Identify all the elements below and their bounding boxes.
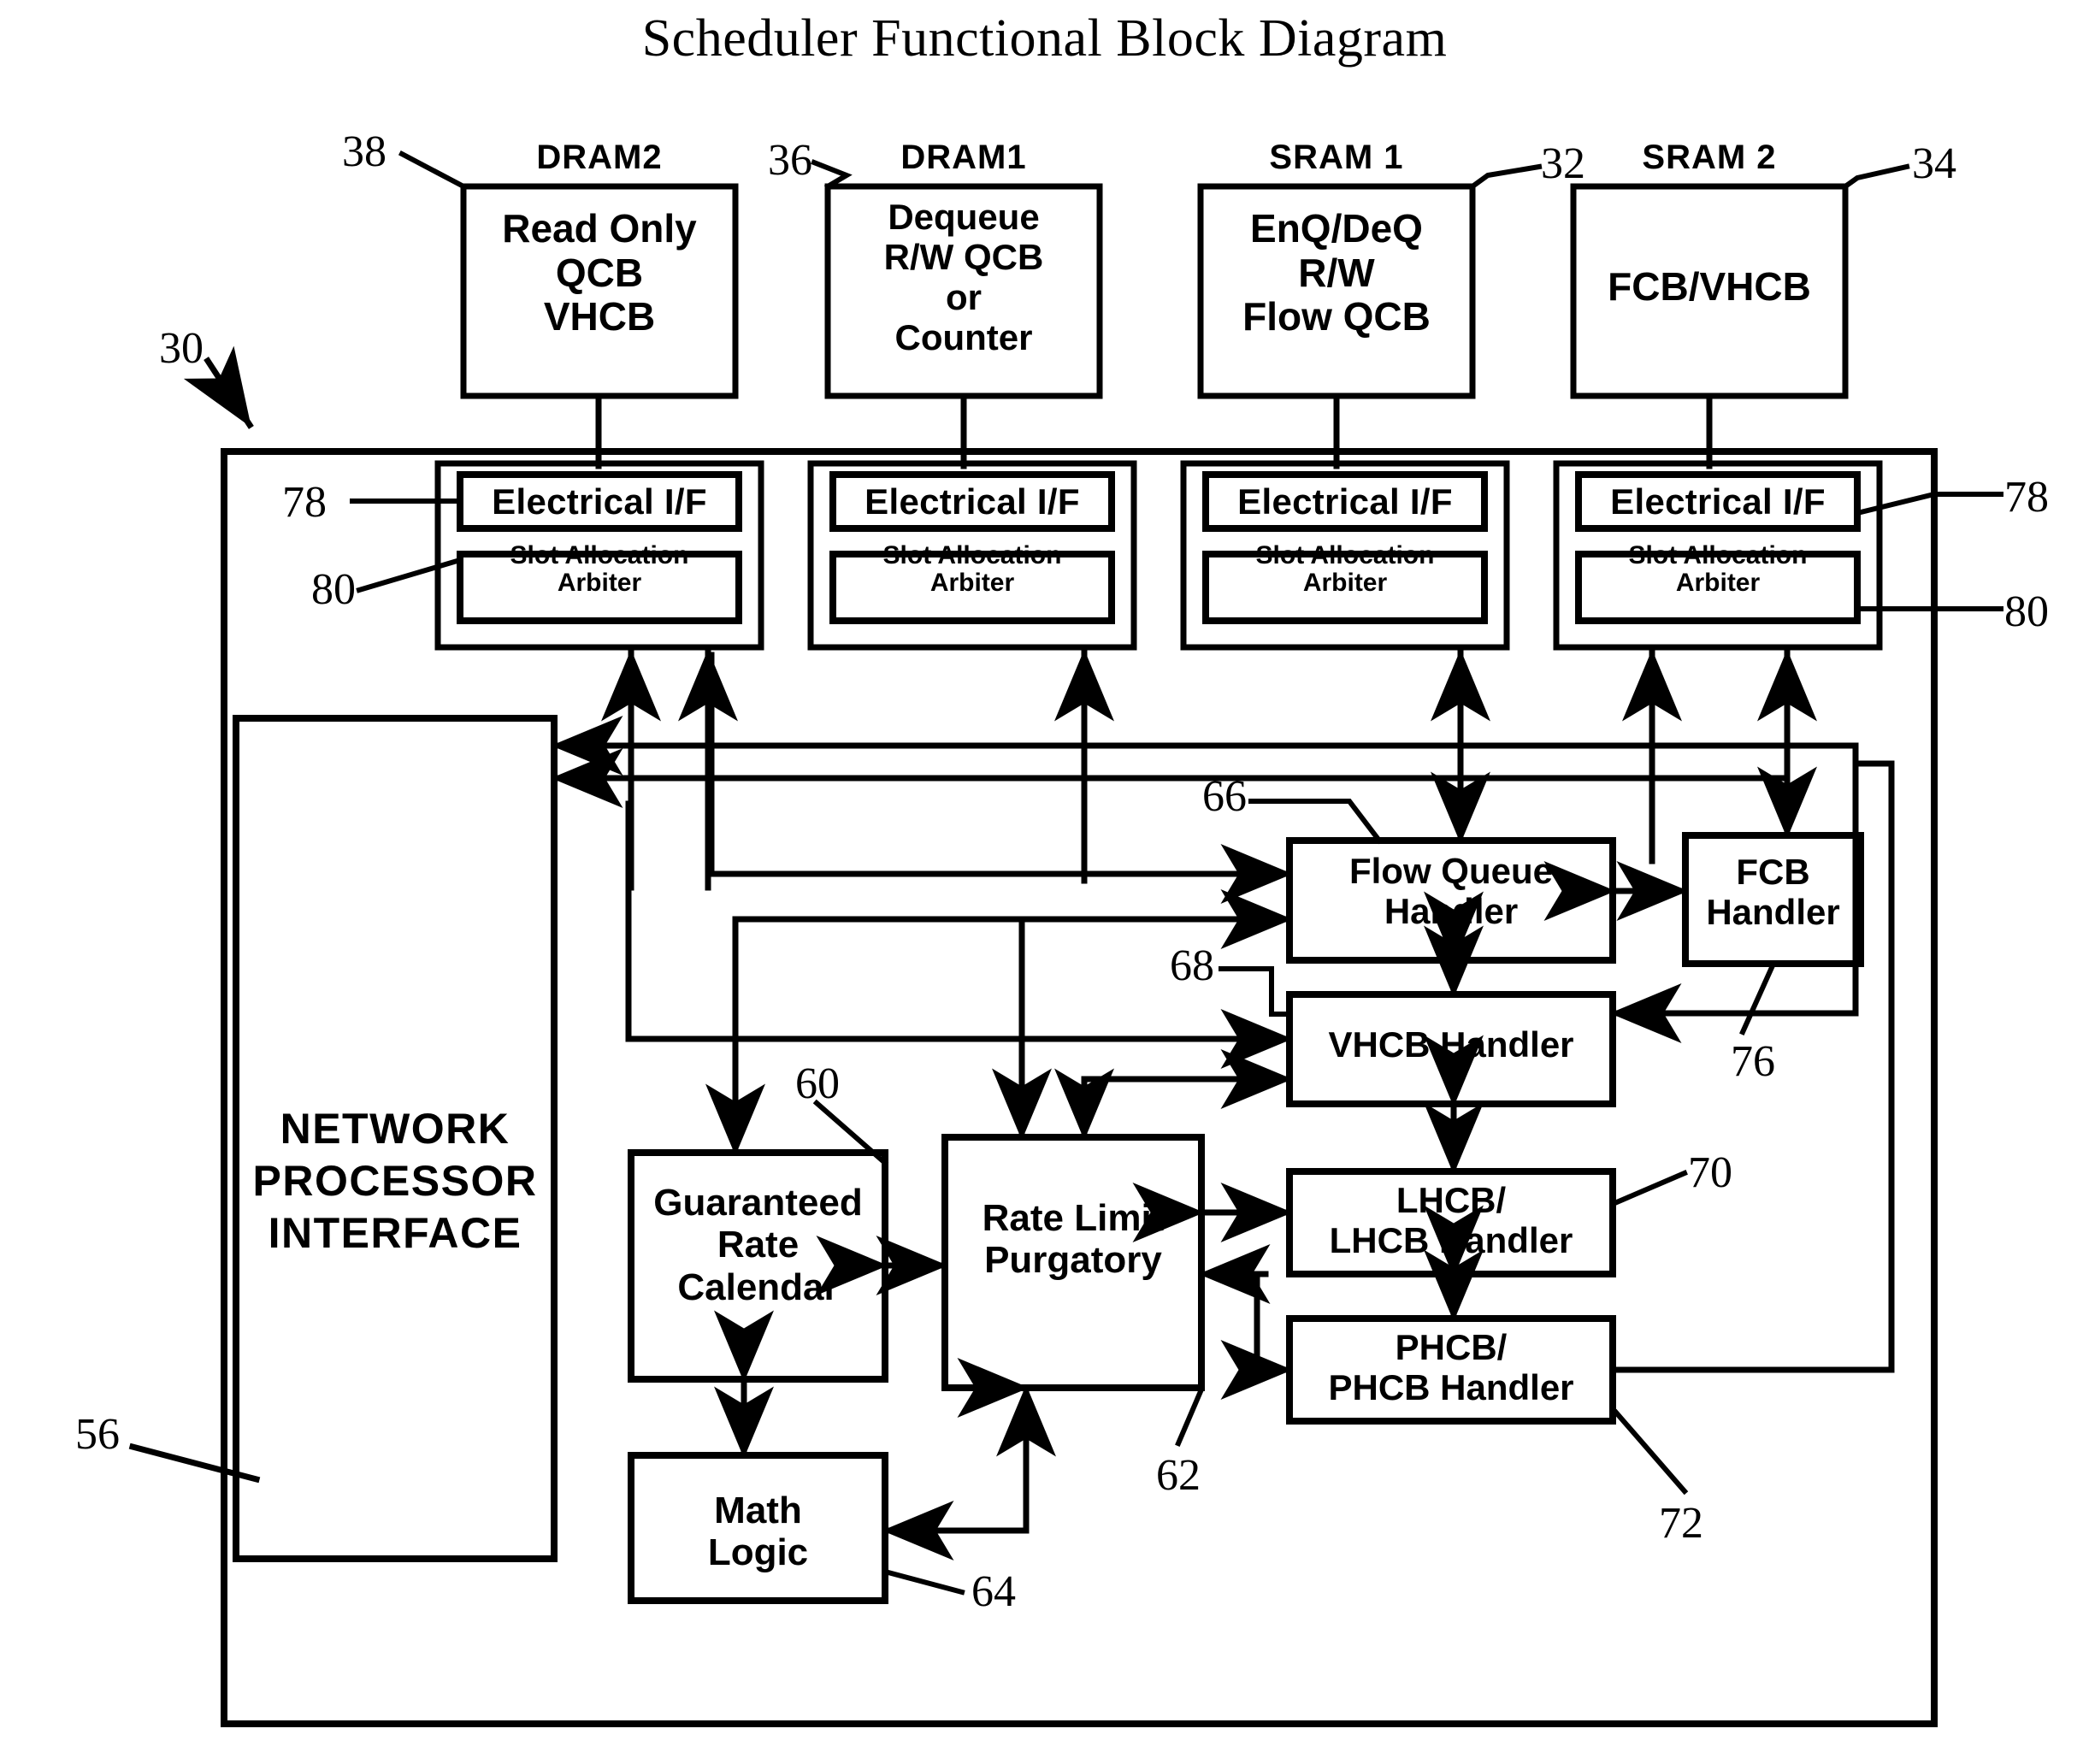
ref-number-60: 60 <box>795 1059 840 1108</box>
block-label-line: FCB <box>1736 852 1810 892</box>
ref-number-78-left: 78 <box>282 478 327 527</box>
ref-number-76: 76 <box>1731 1037 1775 1086</box>
ref-leader-72 <box>1612 1408 1689 1496</box>
memory-caption-sram2: SRAM 2 <box>1642 139 1777 176</box>
arbiter-label-line2: Arbiter <box>1302 568 1388 597</box>
block-label-line: Rate <box>717 1224 800 1266</box>
ref-number-70: 70 <box>1688 1148 1732 1197</box>
memory-caption-dram1: DRAM1 <box>900 139 1027 176</box>
block-label-line: Rate Limit <box>982 1197 1165 1239</box>
ref-number-32: 32 <box>1541 139 1585 188</box>
arbiter-label-2: Slot Allocation Arbiter <box>833 542 1112 596</box>
block-label-line: LHCB Handler <box>1329 1220 1573 1261</box>
memory-text-line: Counter <box>894 317 1033 358</box>
memory-text-dram2: Read Only QCB VHCB <box>463 206 735 339</box>
memory-text-sram1: EnQ/DeQ R/W Flow QCB <box>1201 206 1472 339</box>
block-label-line: LHCB/ <box>1396 1180 1507 1220</box>
arbiter-label-line2: Arbiter <box>557 568 642 597</box>
ref-number-66: 66 <box>1202 772 1247 821</box>
ref-number-30: 30 <box>159 324 204 373</box>
ref-leader-64 <box>882 1568 965 1596</box>
npi-label-line: INTERFACE <box>268 1209 522 1257</box>
electrical-if-label-1: Electrical I/F <box>492 481 707 522</box>
ref-leader-66 <box>1248 799 1384 845</box>
electrical-if-label-4: Electrical I/F <box>1610 481 1826 522</box>
memory-caption-sram1: SRAM 1 <box>1269 139 1404 176</box>
memory-text-line: Read Only <box>502 206 697 251</box>
block-label-line: Guaranteed <box>653 1182 863 1224</box>
memory-text-sram2: FCB/VHCB <box>1573 264 1845 310</box>
ref-number-36: 36 <box>768 136 812 185</box>
arbiter-label-line1: Slot Allocation <box>1255 541 1435 569</box>
ref-number-62: 62 <box>1156 1451 1201 1500</box>
block-label-math-logic: Math Logic <box>631 1490 885 1574</box>
memory-text-line: QCB <box>555 250 644 295</box>
memory-text-line: FCB/VHCB <box>1608 264 1811 309</box>
ref-leader-62 <box>1175 1386 1205 1447</box>
memory-caption-dram2: DRAM2 <box>536 139 663 176</box>
ref-leader-76 <box>1739 960 1777 1035</box>
memory-text-dram1: Dequeue R/W QCB or Counter <box>828 197 1100 357</box>
arbiter-label-line1: Slot Allocation <box>882 541 1062 569</box>
arbiter-label-3: Slot Allocation Arbiter <box>1206 542 1484 596</box>
memory-text-line: EnQ/DeQ <box>1250 206 1423 251</box>
block-label-line: Flow Queue <box>1348 851 1553 891</box>
block-label-phcb-handler: PHCB/ PHCB Handler <box>1289 1327 1613 1407</box>
block-label-rate-limit-purgatory: Rate Limit Purgatory <box>945 1197 1201 1282</box>
arbiter-label-line2: Arbiter <box>1675 568 1761 597</box>
block-label-line: Handler <box>1706 892 1840 933</box>
block-label-line: Logic <box>707 1531 809 1574</box>
ref-number-78-right: 78 <box>2004 473 2049 522</box>
arbiter-label-1: Slot Allocation Arbiter <box>460 542 739 596</box>
electrical-if-label-2: Electrical I/F <box>865 481 1080 522</box>
block-label-fcb-handler: FCB Handler <box>1685 852 1861 932</box>
ref-number-80-left: 80 <box>311 565 356 614</box>
npi-label-line: NETWORK <box>280 1105 510 1153</box>
ref-leader-38 <box>398 150 468 191</box>
ref-leader-70 <box>1609 1170 1688 1207</box>
electrical-if-label-3: Electrical I/F <box>1237 481 1453 522</box>
block-label-line: Math <box>714 1490 802 1531</box>
block-label-line: PHCB/ <box>1395 1327 1508 1367</box>
block-label-line: Calendar <box>677 1265 839 1308</box>
memory-text-line: or <box>946 277 982 318</box>
memory-text-line: R/W <box>1298 250 1375 295</box>
diagram-canvas: Scheduler Functional Block Diagram DRAM2… <box>0 0 2089 1764</box>
block-label-vhcb-handler: VHCB Handler <box>1289 1024 1613 1065</box>
memory-text-line: Flow QCB <box>1242 294 1431 339</box>
ref-leader-32 <box>1468 163 1543 191</box>
memory-text-line: Dequeue <box>888 197 1040 237</box>
ref-number-80-right: 80 <box>2004 587 2049 636</box>
arbiter-label-line1: Slot Allocation <box>510 541 689 569</box>
npi-label: NETWORK PROCESSOR INTERFACE <box>236 1103 554 1260</box>
npi-label-line: PROCESSOR <box>252 1157 538 1205</box>
ref-number-38: 38 <box>342 127 387 176</box>
wire-rlp-math <box>882 1384 1030 1560</box>
block-label-flow-queue-handler: Flow Queue Handler <box>1289 851 1613 931</box>
block-label-line: Handler <box>1384 891 1519 932</box>
block-label-line: Purgatory <box>984 1239 1162 1282</box>
ref-number-56: 56 <box>75 1410 120 1459</box>
ref-leader-68 <box>1219 966 1292 1017</box>
ref-number-68: 68 <box>1170 941 1214 990</box>
ref-leader-34 <box>1841 163 1910 191</box>
block-label-guaranteed-rate-calendar: Guaranteed Rate Calendar <box>631 1182 885 1308</box>
ref-leader-80-left <box>356 557 463 593</box>
ref-arrow-30 <box>183 345 254 429</box>
block-label-line: VHCB Handler <box>1328 1024 1574 1065</box>
block-label-line: PHCB Handler <box>1328 1367 1574 1408</box>
memory-text-line: VHCB <box>543 294 656 339</box>
arbiter-label-4: Slot Allocation Arbiter <box>1579 542 1857 596</box>
ref-number-64: 64 <box>971 1567 1016 1616</box>
ref-number-72: 72 <box>1659 1499 1703 1548</box>
arbiter-label-line1: Slot Allocation <box>1628 541 1808 569</box>
memory-text-line: R/W QCB <box>883 237 1044 278</box>
ref-number-34: 34 <box>1912 139 1956 188</box>
block-label-lhcb-handler: LHCB/ LHCB Handler <box>1289 1180 1613 1260</box>
arbiter-label-line2: Arbiter <box>929 568 1015 597</box>
